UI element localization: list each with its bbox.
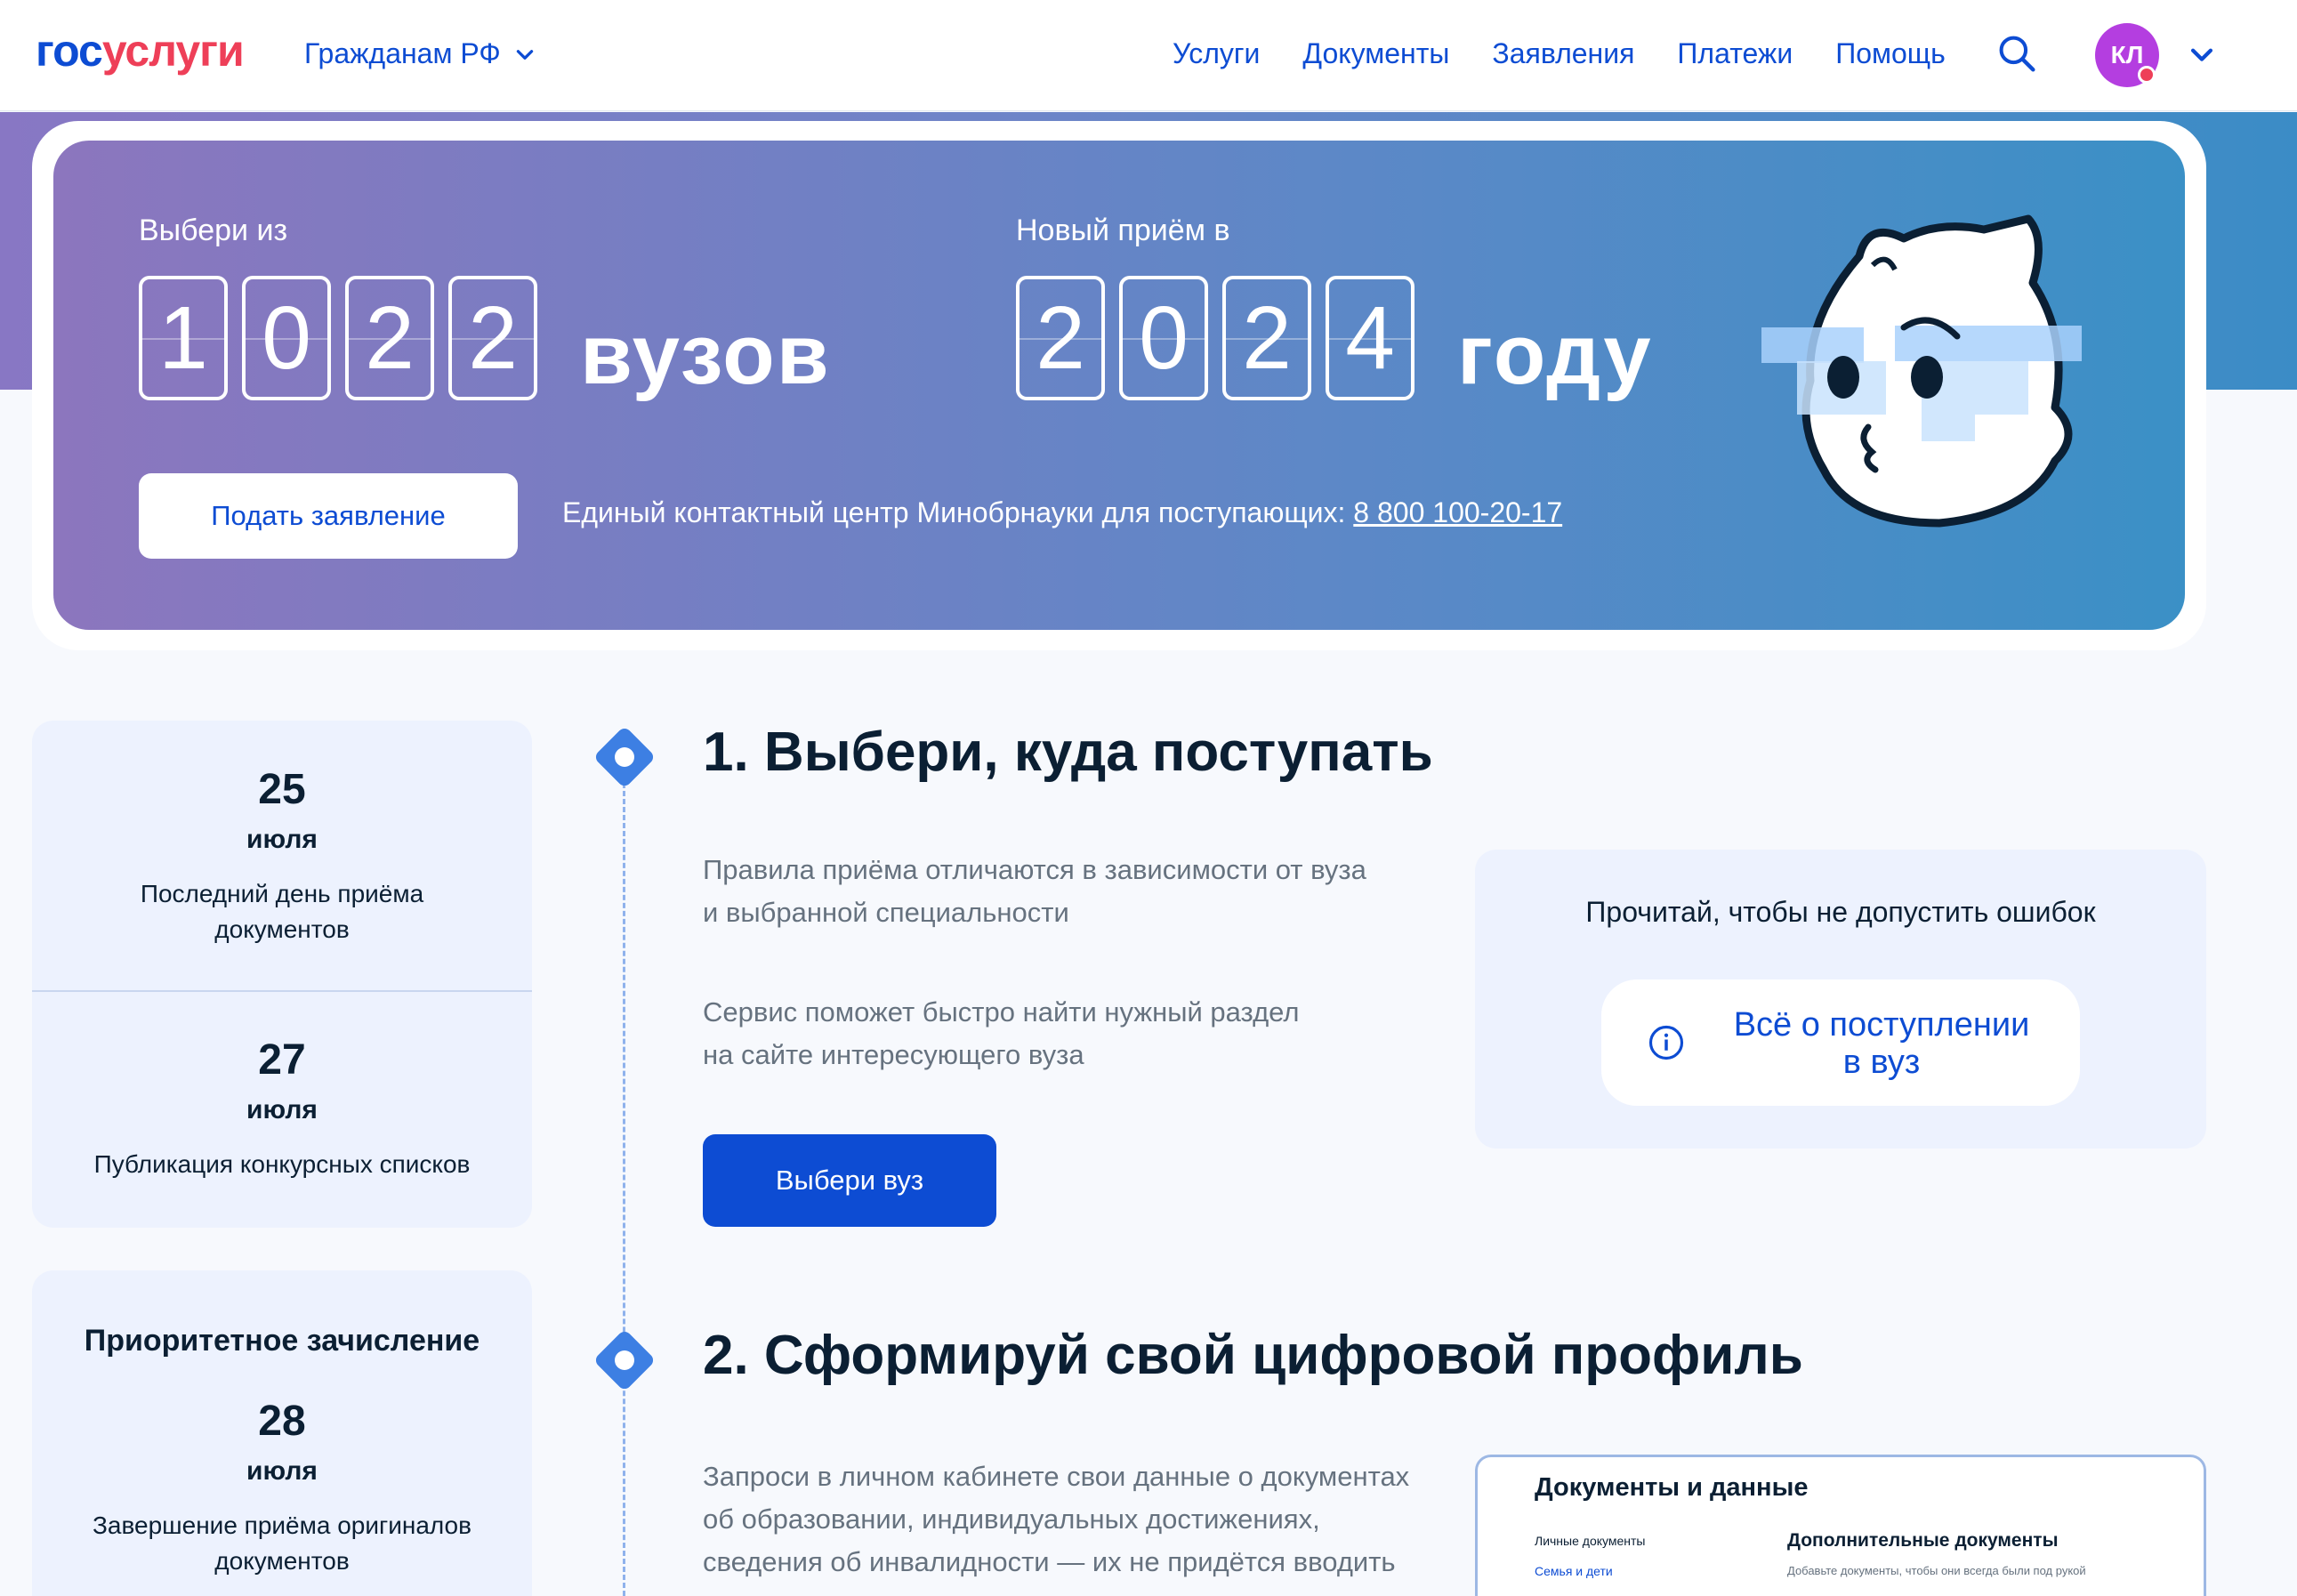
date-month: июля bbox=[246, 1095, 318, 1124]
doc-preview-subtitle: Дополнительные документы bbox=[1787, 1530, 2059, 1551]
choose-university-button[interactable]: Выбери вуз bbox=[703, 1134, 996, 1227]
logo-part-gos: гос bbox=[36, 26, 103, 76]
region-selector[interactable]: Гражданам РФ bbox=[304, 37, 536, 70]
priority-title: Приоритетное зачисление bbox=[84, 1324, 480, 1358]
date-day: 27 bbox=[258, 1036, 306, 1084]
nav-help[interactable]: Помощь bbox=[1835, 37, 1946, 70]
date-month: июля bbox=[246, 1456, 318, 1486]
text-line: и выбранной специальности bbox=[703, 897, 1069, 928]
text-line: Запроси в личном кабинете свои данные о … bbox=[703, 1461, 1410, 1492]
date-day: 28 bbox=[258, 1398, 306, 1445]
divider bbox=[32, 990, 532, 992]
notification-dot bbox=[2138, 66, 2156, 84]
year-digit: 0 bbox=[1119, 276, 1208, 400]
top-header: госуслуги Гражданам РФ Услуги Документы … bbox=[0, 0, 2297, 111]
documents-preview-image: Документы и данные Личные документы Семь… bbox=[1475, 1455, 2206, 1596]
date-description: Завершение приёма оригиналов документов bbox=[92, 1511, 471, 1575]
hero-label-new-admission: Новый приём в bbox=[1016, 214, 1230, 247]
doc-preview-note: Добавьте документы, чтобы они всегда был… bbox=[1787, 1564, 2086, 1577]
nav-documents[interactable]: Документы bbox=[1302, 37, 1449, 70]
chevron-down-icon[interactable] bbox=[2187, 39, 2217, 69]
date-description: Публикация конкурсных списков bbox=[93, 1150, 471, 1178]
date-item: 28 июля Завершение приёма оригиналов док… bbox=[32, 1397, 532, 1579]
university-count: 1 0 2 2 bbox=[139, 276, 537, 400]
search-icon[interactable] bbox=[1997, 34, 2036, 73]
main-nav: Услуги Документы Заявления Платежи Помощ… bbox=[1173, 37, 1946, 70]
count-digit: 2 bbox=[345, 276, 434, 400]
text-line: Правила приёма отличаются в зависимости … bbox=[703, 854, 1366, 885]
chevron-down-icon bbox=[516, 49, 533, 60]
date-item: 25 июля Последний день приёма документов bbox=[32, 765, 532, 947]
hero-label-choose: Выбери из bbox=[139, 214, 288, 247]
text-line: об образовании, индивидуальных достижени… bbox=[703, 1503, 1320, 1535]
year-digit: 2 bbox=[1222, 276, 1311, 400]
hero-word-universities: вузов bbox=[580, 307, 831, 402]
read-before-card: Прочитай, чтобы не допустить ошибок Всё … bbox=[1475, 850, 2206, 1149]
step-1-title: 1. Выбери, куда поступать bbox=[703, 721, 1433, 783]
nav-applications[interactable]: Заявления bbox=[1492, 37, 1634, 70]
hero-word-year: году bbox=[1457, 307, 1653, 402]
text-line: сведения об инвалидности — их не придётс… bbox=[703, 1546, 1396, 1577]
count-digit: 1 bbox=[139, 276, 228, 400]
contact-center-text: Единый контактный центр Минобрнауки для … bbox=[562, 496, 1562, 529]
step-marker-icon bbox=[592, 1328, 657, 1392]
contact-phone-link[interactable]: 8 800 100-20-17 bbox=[1353, 496, 1562, 528]
key-dates-card: 25 июля Последний день приёма документов… bbox=[32, 721, 532, 1228]
text-line: в вуз bbox=[1842, 1044, 1921, 1081]
step-2-title: 2. Сформируй свой цифровой профиль bbox=[703, 1325, 1803, 1386]
date-day: 25 bbox=[258, 766, 306, 813]
count-digit: 2 bbox=[448, 276, 537, 400]
step-marker-icon bbox=[592, 725, 657, 789]
info-card-title: Прочитай, чтобы не допустить ошибок bbox=[1585, 896, 2096, 928]
priority-enrollment-card: Приоритетное зачисление 28 июля Завершен… bbox=[32, 1270, 532, 1596]
owl-mascot-illustration bbox=[1761, 214, 2082, 528]
info-button-label: Всё о поступлении в вуз bbox=[1708, 1006, 2055, 1081]
year-digit: 4 bbox=[1326, 276, 1414, 400]
admission-hero-banner: Выбери из 1 0 2 2 вузов Новый приём в 2 … bbox=[53, 141, 2185, 630]
count-digit: 0 bbox=[242, 276, 331, 400]
date-month: июля bbox=[246, 825, 318, 854]
text-line: Сервис поможет быстро найти нужный разде… bbox=[703, 996, 1300, 1028]
text-line: на сайте интересующего вуза bbox=[703, 1039, 1084, 1070]
doc-preview-personal-docs: Личные документы bbox=[1535, 1534, 1646, 1548]
doc-preview-family: Семья и дети bbox=[1535, 1564, 1613, 1578]
step-1-text-rules: Правила приёма отличаются в зависимости … bbox=[703, 849, 1366, 934]
gosuslugi-logo[interactable]: госуслуги bbox=[36, 25, 245, 77]
date-description: Последний день приёма документов bbox=[140, 880, 424, 943]
admission-year: 2 0 2 4 bbox=[1016, 276, 1414, 400]
all-about-admission-button[interactable]: Всё о поступлении в вуз bbox=[1601, 979, 2080, 1106]
nav-services[interactable]: Услуги bbox=[1173, 37, 1260, 70]
region-label: Гражданам РФ bbox=[304, 37, 501, 69]
text-line: Всё о поступлении bbox=[1733, 1006, 2030, 1044]
step-2-text: Запроси в личном кабинете свои данные о … bbox=[703, 1455, 1409, 1584]
info-icon bbox=[1648, 1025, 1684, 1060]
step-1-text-service: Сервис поможет быстро найти нужный разде… bbox=[703, 991, 1299, 1076]
doc-preview-title: Документы и данные bbox=[1535, 1473, 1809, 1502]
nav-payments[interactable]: Платежи bbox=[1677, 37, 1793, 70]
contact-center-label: Единый контактный центр Минобрнауки для … bbox=[562, 496, 1346, 528]
submit-application-button[interactable]: Подать заявление bbox=[139, 473, 518, 559]
year-digit: 2 bbox=[1016, 276, 1105, 400]
logo-part-uslugi: услуги bbox=[101, 26, 245, 76]
date-item: 27 июля Публикация конкурсных списков bbox=[32, 1036, 532, 1182]
timeline-line bbox=[623, 783, 625, 1596]
